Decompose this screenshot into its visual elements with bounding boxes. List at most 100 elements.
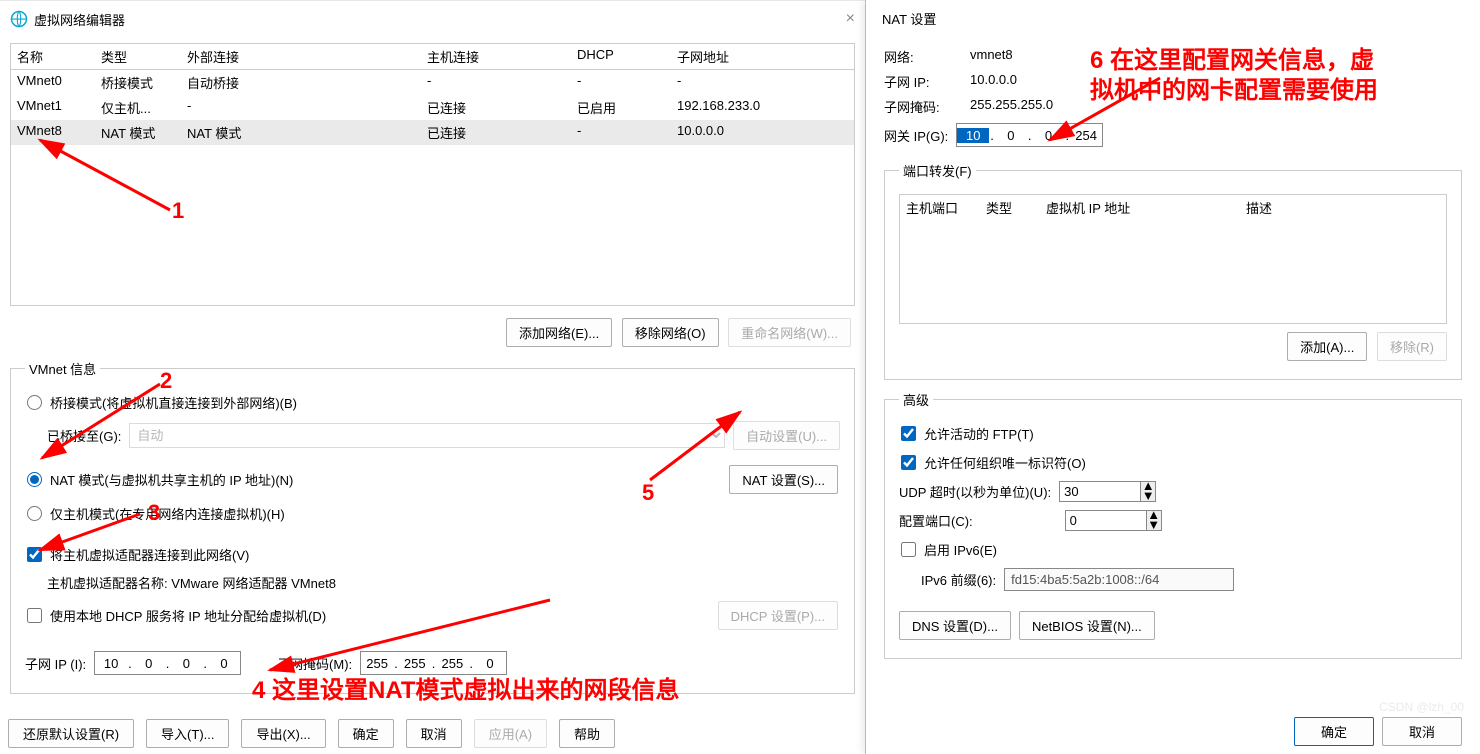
- netbios-settings-button[interactable]: NetBIOS 设置(N)...: [1019, 611, 1155, 640]
- nat-label: NAT 模式(与虚拟机共享主机的 IP 地址)(N): [50, 470, 293, 489]
- rename-network-button: 重命名网络(W)...: [728, 318, 851, 347]
- watermark: CSDN @lzh_00: [1379, 700, 1464, 714]
- bridge-label: 桥接模式(将虚拟机直接连接到外部网络)(B): [50, 393, 297, 412]
- auto-settings-button: 自动设置(U)...: [733, 421, 840, 450]
- dhcp-label: 使用本地 DHCP 服务将 IP 地址分配给虚拟机(D): [50, 606, 326, 625]
- network-icon: [10, 10, 28, 28]
- add-network-button[interactable]: 添加网络(E)...: [506, 318, 612, 347]
- networks-table: 名称 类型 外部连接 主机连接 DHCP 子网地址 VMnet0 桥接模式 自动…: [10, 43, 855, 306]
- subnet-mask-input[interactable]: . . .: [360, 651, 507, 675]
- bridge-mode-radio-row[interactable]: 桥接模式(将虚拟机直接连接到外部网络)(B): [25, 388, 840, 417]
- spin-down-icon[interactable]: ▼: [1147, 521, 1161, 531]
- cancel-button[interactable]: 取消: [406, 719, 462, 748]
- org-label: 允许任何组织唯一标识符(O): [924, 453, 1086, 472]
- ipv6-prefix-input[interactable]: [1004, 568, 1234, 591]
- bridge-to-row: 已桥接至(G): 自动 自动设置(U)...: [47, 417, 840, 454]
- title-bar: 虚拟网络编辑器 ×: [0, 1, 865, 37]
- bridge-to-select: 自动: [129, 423, 725, 448]
- dhcp-settings-button: DHCP 设置(P)...: [718, 601, 838, 630]
- net-label: 网络:: [884, 47, 970, 66]
- nat-settings-button[interactable]: NAT 设置(S)...: [729, 465, 838, 494]
- virtual-network-editor-window: 虚拟网络编辑器 × 名称 类型 外部连接 主机连接 DHCP 子网地址 VMne…: [0, 0, 865, 754]
- port-col-type[interactable]: 类型: [980, 195, 1040, 323]
- gateway-ip-input[interactable]: . . .: [956, 123, 1103, 147]
- port-col-desc[interactable]: 描述: [1240, 195, 1320, 323]
- bridge-to-label: 已桥接至(G):: [47, 426, 121, 445]
- host-only-radio-row[interactable]: 仅主机模式(在专用网络内连接虚拟机)(H): [25, 499, 840, 528]
- nat-title-bar: NAT 设置: [866, 0, 1480, 36]
- udp-label: UDP 超时(以秒为单位)(U):: [899, 482, 1051, 501]
- host-adapter-name: 主机虚拟适配器名称: VMware 网络适配器 VMnet8: [47, 569, 840, 596]
- vmnet-info-legend: VMnet 信息: [25, 359, 100, 378]
- apply-button: 应用(A): [474, 719, 547, 748]
- nat-settings-window: NAT 设置 网络:vmnet8 子网 IP:10.0.0.0 子网掩码:255…: [865, 0, 1480, 754]
- export-button[interactable]: 导出(X)...: [241, 719, 325, 748]
- host-only-label: 仅主机模式(在专用网络内连接虚拟机)(H): [50, 504, 285, 523]
- col-type[interactable]: 类型: [95, 44, 181, 69]
- remove-network-button[interactable]: 移除网络(O): [622, 318, 719, 347]
- port-add-button[interactable]: 添加(A)...: [1287, 332, 1367, 361]
- config-port-spinner[interactable]: ▲▼: [1065, 510, 1162, 531]
- table-row[interactable]: VMnet1 仅主机... - 已连接 已启用 192.168.233.0: [11, 95, 854, 120]
- port-forward-legend: 端口转发(F): [899, 161, 976, 180]
- org-checkbox[interactable]: [901, 455, 916, 470]
- gateway-row: 网关 IP(G): . . .: [884, 119, 1462, 151]
- subnet-mask-label: 子网掩码(M):: [277, 654, 352, 673]
- port-forward-group: 端口转发(F) 主机端口 类型 虚拟机 IP 地址 描述 添加(A)... 移除…: [884, 161, 1462, 380]
- dhcp-row[interactable]: 使用本地 DHCP 服务将 IP 地址分配给虚拟机(D) DHCP 设置(P).…: [25, 596, 840, 635]
- subnet-ip-input[interactable]: . . .: [94, 651, 241, 675]
- dhcp-checkbox[interactable]: [27, 608, 42, 623]
- connect-host-adapter-row[interactable]: 将主机虚拟适配器连接到此网络(V): [25, 540, 840, 569]
- nat-bottom-buttons: 确定 取消: [1294, 717, 1462, 746]
- bridge-radio[interactable]: [27, 395, 42, 410]
- mask-value: 255.255.255.0: [970, 97, 1053, 116]
- nat-mode-radio-row[interactable]: NAT 模式(与虚拟机共享主机的 IP 地址)(N) NAT 设置(S)...: [25, 460, 840, 499]
- udp-timeout-spinner[interactable]: ▲▼: [1059, 481, 1156, 502]
- ok-button[interactable]: 确定: [338, 719, 394, 748]
- import-button[interactable]: 导入(T)...: [146, 719, 229, 748]
- ipv6-label: 启用 IPv6(E): [924, 540, 997, 559]
- advanced-legend: 高级: [899, 390, 933, 409]
- subip-value: 10.0.0.0: [970, 72, 1017, 91]
- nat-cancel-button[interactable]: 取消: [1382, 717, 1462, 746]
- cfgport-label: 配置端口(C):: [899, 511, 973, 530]
- table-header: 名称 类型 外部连接 主机连接 DHCP 子网地址: [11, 44, 854, 70]
- bottom-buttons: 还原默认设置(R) 导入(T)... 导出(X)... 确定 取消 应用(A) …: [8, 719, 615, 748]
- col-sub[interactable]: 子网地址: [671, 44, 841, 69]
- col-ext[interactable]: 外部连接: [181, 44, 421, 69]
- mask-label: 子网掩码:: [884, 97, 970, 116]
- subnet-ip-label: 子网 IP (I):: [25, 654, 86, 673]
- host-only-radio[interactable]: [27, 506, 42, 521]
- ipv6-prefix-label: IPv6 前缀(6):: [921, 570, 996, 589]
- port-col-vmip[interactable]: 虚拟机 IP 地址: [1040, 195, 1240, 323]
- col-name[interactable]: 名称: [11, 44, 95, 69]
- nat-ok-button[interactable]: 确定: [1294, 717, 1374, 746]
- restore-defaults-button[interactable]: 还原默认设置(R): [8, 719, 134, 748]
- ipv6-checkbox[interactable]: [901, 542, 916, 557]
- ftp-checkbox[interactable]: [901, 426, 916, 441]
- table-row-selected[interactable]: VMnet8 NAT 模式 NAT 模式 已连接 - 10.0.0.0: [11, 120, 854, 145]
- col-host[interactable]: 主机连接: [421, 44, 571, 69]
- advanced-group: 高级 允许活动的 FTP(T) 允许任何组织唯一标识符(O) UDP 超时(以秒…: [884, 390, 1462, 659]
- network-buttons: 添加网络(E)... 移除网络(O) 重命名网络(W)...: [0, 312, 865, 353]
- col-dhcp[interactable]: DHCP: [571, 44, 671, 69]
- dns-settings-button[interactable]: DNS 设置(D)...: [899, 611, 1011, 640]
- subip-label: 子网 IP:: [884, 72, 970, 91]
- ftp-label: 允许活动的 FTP(T): [924, 424, 1034, 443]
- close-icon[interactable]: ×: [846, 10, 855, 28]
- gateway-label: 网关 IP(G):: [884, 126, 948, 145]
- spin-down-icon[interactable]: ▼: [1141, 492, 1155, 502]
- nat-radio[interactable]: [27, 472, 42, 487]
- window-title: 虚拟网络编辑器: [34, 10, 125, 29]
- subnet-row: 子网 IP (I): . . . 子网掩码(M): . . .: [25, 647, 840, 679]
- connect-host-label: 将主机虚拟适配器连接到此网络(V): [50, 545, 249, 564]
- help-button[interactable]: 帮助: [559, 719, 615, 748]
- port-remove-button: 移除(R): [1377, 332, 1447, 361]
- net-value: vmnet8: [970, 47, 1013, 66]
- table-row[interactable]: VMnet0 桥接模式 自动桥接 - - -: [11, 70, 854, 95]
- table-empty: [11, 145, 854, 305]
- nat-window-title: NAT 设置: [882, 9, 936, 28]
- port-forward-table: 主机端口 类型 虚拟机 IP 地址 描述: [899, 194, 1447, 324]
- connect-host-checkbox[interactable]: [27, 547, 42, 562]
- port-col-host[interactable]: 主机端口: [900, 195, 980, 323]
